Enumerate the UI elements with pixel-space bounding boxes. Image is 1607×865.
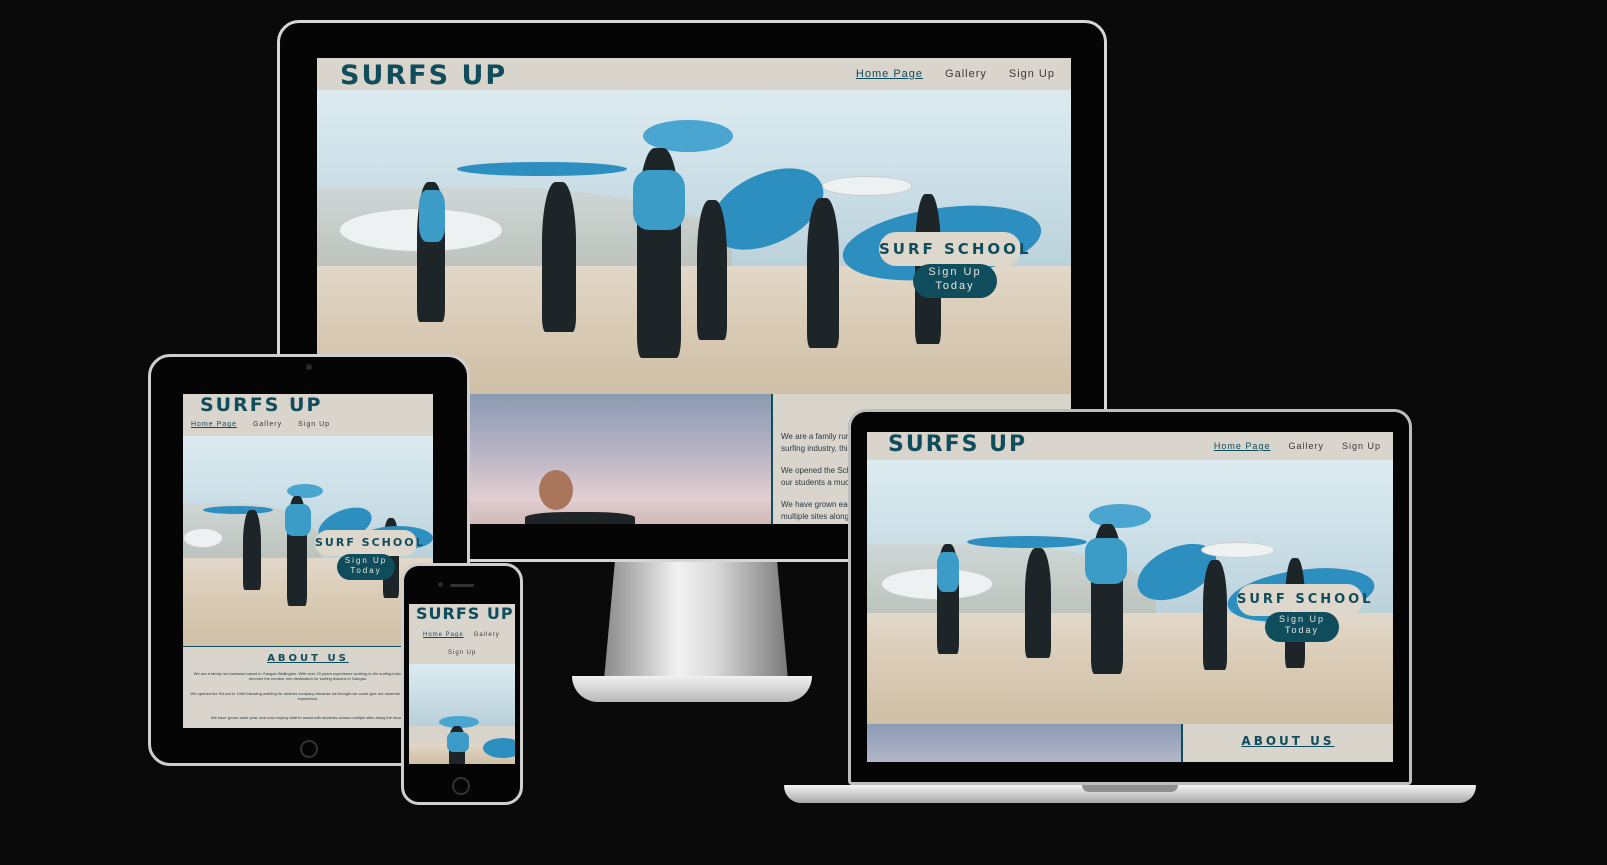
phone-camera bbox=[438, 582, 443, 587]
site-nav: Home Page Gallery Sign Up bbox=[856, 68, 1055, 80]
about-paragraph-2: We opened the School in 1994 following w… bbox=[190, 691, 426, 702]
nav-home-page[interactable]: Home Page bbox=[191, 421, 237, 428]
about-section: ABOUT US We are a family run business ba… bbox=[183, 646, 433, 728]
cta-line-1: Sign Up bbox=[928, 266, 982, 278]
monitor-stand-neck bbox=[604, 560, 788, 680]
nav-gallery[interactable]: Gallery bbox=[945, 68, 987, 80]
tablet-camera bbox=[306, 364, 312, 370]
site-logo[interactable]: SURFS UP bbox=[200, 394, 322, 416]
phone-home-button[interactable] bbox=[452, 777, 470, 795]
nav-gallery[interactable]: Gallery bbox=[474, 632, 500, 638]
site-nav-row-1: Home Page Gallery bbox=[423, 632, 500, 638]
about-paragraph-1: We are a family run business based in Ga… bbox=[193, 671, 423, 682]
nav-home-page[interactable]: Home Page bbox=[1214, 441, 1271, 451]
nav-gallery[interactable]: Gallery bbox=[253, 421, 282, 428]
hero-title-pill: SURF SCHOOL bbox=[879, 232, 1028, 266]
hero-signup-button[interactable]: Sign Up Today bbox=[1265, 612, 1339, 642]
hero-signup-button[interactable]: Sign Up Today bbox=[913, 264, 997, 298]
laptop-notch bbox=[1082, 785, 1178, 792]
hero-signup-button[interactable]: Sign Up Today bbox=[337, 554, 395, 580]
phone-speaker bbox=[450, 584, 474, 587]
site-nav: Home Page Gallery Sign Up bbox=[1214, 441, 1381, 451]
hero-image: SURF SCHOOL Sign Up Today bbox=[317, 90, 1071, 394]
cta-line-2: Today bbox=[350, 566, 382, 575]
about-title: ABOUT US bbox=[267, 653, 349, 664]
about-section: ABOUT US bbox=[1181, 724, 1393, 762]
site-header: SURFS UP Home Page Gallery Sign Up bbox=[183, 394, 433, 436]
site-logo[interactable]: SURFS UP bbox=[416, 604, 514, 623]
site-logo[interactable]: SURFS UP bbox=[340, 60, 507, 91]
tablet-home-button[interactable] bbox=[300, 740, 318, 758]
site-nav-row-2: Sign Up bbox=[448, 650, 476, 656]
phone-screen: SURFS UP Home Page Gallery Sign Up bbox=[409, 604, 515, 764]
nav-home-page[interactable]: Home Page bbox=[856, 68, 923, 80]
tablet-screen: SURFS UP Home Page Gallery Sign Up SURF … bbox=[183, 394, 433, 728]
laptop-screen: SURFS UP Home Page Gallery Sign Up SURF … bbox=[867, 432, 1393, 762]
site-nav: Home Page Gallery Sign Up bbox=[191, 421, 330, 428]
nav-sign-up[interactable]: Sign Up bbox=[448, 650, 476, 656]
surfer-face bbox=[539, 470, 573, 510]
hero-image: SURF SCHOOL Sign Up Today bbox=[183, 436, 433, 646]
nav-gallery[interactable]: Gallery bbox=[1288, 441, 1324, 451]
about-title: ABOUT US bbox=[1241, 734, 1335, 748]
site-header: SURFS UP Home Page Gallery Sign Up bbox=[317, 58, 1071, 91]
cta-line-1: Sign Up bbox=[1278, 614, 1326, 624]
about-paragraph-3: We have grown each year, and now employ … bbox=[210, 715, 406, 720]
monitor-stand-base bbox=[572, 676, 812, 702]
nav-sign-up[interactable]: Sign Up bbox=[298, 421, 330, 428]
about-image bbox=[867, 724, 1181, 762]
site-logo[interactable]: SURFS UP bbox=[888, 432, 1027, 457]
nav-home-page[interactable]: Home Page bbox=[423, 632, 464, 638]
nav-sign-up[interactable]: Sign Up bbox=[1009, 68, 1055, 80]
cta-line-2: Today bbox=[1284, 625, 1320, 636]
site-header: SURFS UP Home Page Gallery Sign Up bbox=[409, 604, 515, 664]
site-header: SURFS UP Home Page Gallery Sign Up bbox=[867, 432, 1393, 460]
hero-title-pill: SURF SCHOOL bbox=[315, 530, 423, 556]
cta-line-1: Sign Up bbox=[344, 556, 388, 565]
nav-sign-up[interactable]: Sign Up bbox=[1342, 441, 1381, 451]
cta-line-2: Today bbox=[935, 279, 975, 292]
hero-image bbox=[409, 664, 515, 764]
hero-image: SURF SCHOOL Sign Up Today bbox=[867, 460, 1393, 724]
